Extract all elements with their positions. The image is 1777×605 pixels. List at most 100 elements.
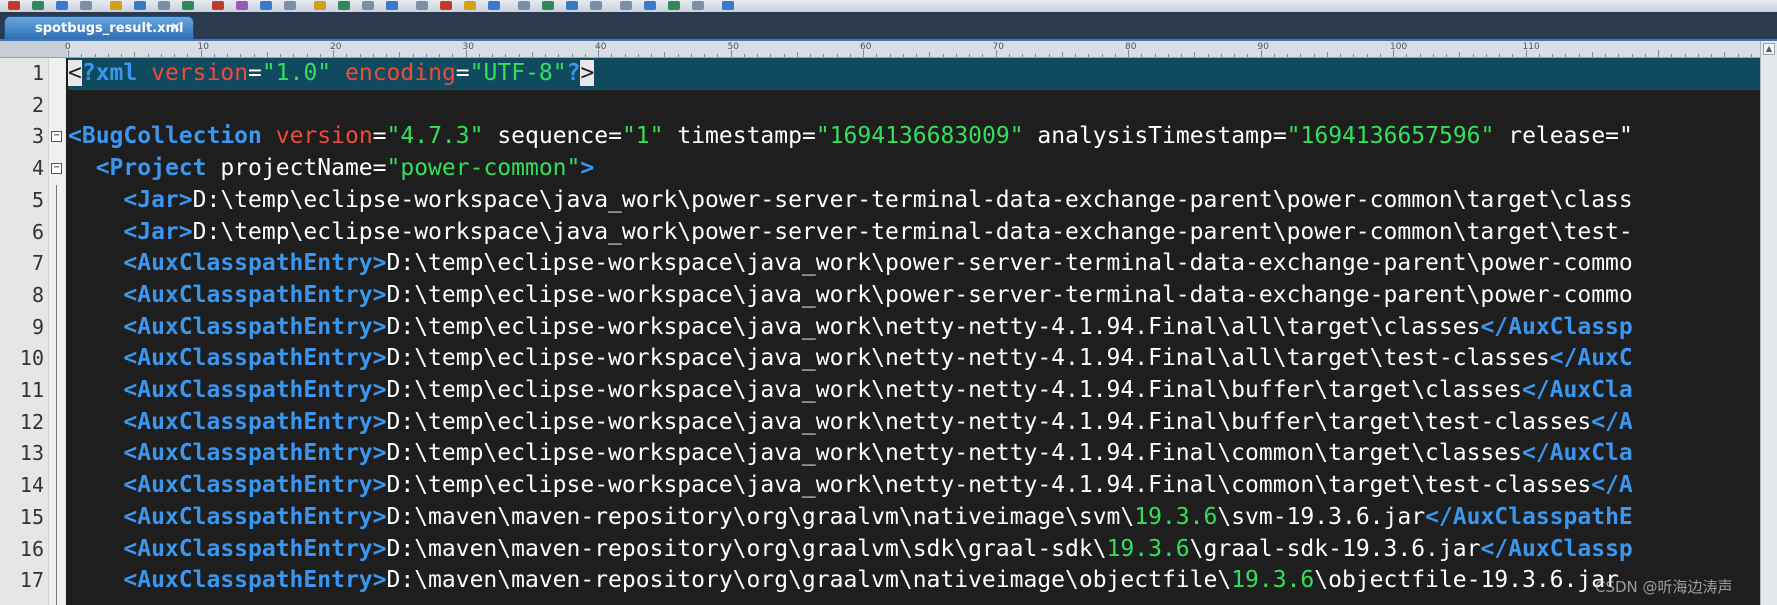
line-number: 15 bbox=[19, 504, 44, 529]
fold-toggle-icon[interactable]: − bbox=[51, 131, 62, 143]
ruler-tick bbox=[465, 50, 467, 57]
toolbar-button-icon[interactable] bbox=[566, 1, 578, 10]
toolbar-button-icon[interactable] bbox=[236, 1, 248, 10]
ruler-label: 70 bbox=[992, 42, 1004, 52]
code-token: < bbox=[68, 60, 82, 86]
toolbar-button-icon[interactable] bbox=[488, 1, 500, 10]
ruler-tick bbox=[1247, 54, 1249, 57]
line-number: 4 bbox=[31, 156, 44, 181]
toolbar-button-icon[interactable] bbox=[362, 1, 374, 10]
fold-guide-line bbox=[56, 184, 57, 605]
toolbar-button-icon[interactable] bbox=[212, 1, 224, 10]
code-token: D:\temp\eclipse-workspace\java_work\powe… bbox=[386, 281, 1633, 308]
code-line[interactable]: <AuxClasspathEntry>D:\temp\eclipse-works… bbox=[68, 343, 1632, 375]
code-line[interactable]: <Jar>D:\temp\eclipse-workspace\java_work… bbox=[68, 185, 1632, 217]
ruler-tick bbox=[969, 54, 970, 57]
ruler-tick bbox=[1154, 54, 1156, 57]
toolbar-button-icon[interactable] bbox=[338, 1, 350, 10]
toolbar-button-icon[interactable] bbox=[260, 1, 272, 10]
code-line[interactable]: <AuxClasspathEntry>D:\temp\eclipse-works… bbox=[68, 470, 1633, 502]
ruler-tick bbox=[107, 54, 109, 57]
vertical-scrollbar[interactable]: ▲ bbox=[1760, 41, 1777, 605]
toolbar-button-icon[interactable] bbox=[80, 1, 92, 10]
close-icon[interactable]: × bbox=[170, 20, 181, 35]
toolbar-button-icon[interactable] bbox=[32, 1, 44, 10]
code-line[interactable]: <Jar>D:\temp\eclipse-workspace\java_work… bbox=[68, 217, 1632, 249]
ruler-tick bbox=[1048, 54, 1050, 57]
toolbar-button-icon[interactable] bbox=[110, 1, 122, 10]
toolbar-button-icon[interactable] bbox=[416, 1, 428, 10]
code-token: </A bbox=[1591, 472, 1633, 499]
ruler-tick bbox=[863, 50, 864, 57]
toolbar-button-icon[interactable] bbox=[644, 1, 656, 10]
code-token: D:\temp\eclipse-workspace\java_work\nett… bbox=[386, 440, 1522, 467]
ruler-tick bbox=[1499, 54, 1500, 57]
toolbar-button-icon[interactable] bbox=[668, 1, 680, 10]
ruler-tick bbox=[730, 50, 732, 57]
code-token: \svm-19.3.6.jar bbox=[1217, 503, 1426, 530]
toolbar-button-icon[interactable] bbox=[386, 1, 398, 10]
ruler-tick bbox=[584, 54, 586, 57]
code-line[interactable]: <AuxClasspathEntry>D:\temp\eclipse-works… bbox=[68, 407, 1632, 439]
toolbar-button-icon[interactable] bbox=[56, 1, 68, 10]
toolbar-button-icon[interactable] bbox=[464, 1, 476, 10]
toolbar-button-icon[interactable] bbox=[182, 1, 194, 10]
code-line[interactable]: <AuxClasspathEntry>D:\temp\eclipse-works… bbox=[68, 438, 1632, 470]
toolbar-button-icon[interactable] bbox=[620, 1, 632, 10]
code-line[interactable]: <AuxClasspathEntry>D:\maven\maven-reposi… bbox=[68, 502, 1632, 534]
ruler-label: 40 bbox=[595, 42, 607, 52]
ruler-tick bbox=[333, 50, 334, 57]
scroll-up-icon[interactable]: ▲ bbox=[1763, 43, 1775, 55]
code-token: <Jar> bbox=[123, 186, 193, 213]
line-number: 14 bbox=[19, 473, 44, 498]
code-line[interactable]: <?xml version="1.0" encoding="UTF-8"?> bbox=[68, 58, 595, 90]
ruler-label: 30 bbox=[462, 42, 474, 52]
toolbar-button-icon[interactable] bbox=[314, 1, 326, 10]
code-line[interactable]: <AuxClasspathEntry>D:\temp\eclipse-works… bbox=[68, 248, 1633, 280]
ruler-tick bbox=[346, 54, 348, 57]
code-token: D:\temp\eclipse-workspace\java_work\powe… bbox=[386, 250, 1633, 277]
ruler-tick bbox=[1512, 54, 1514, 57]
ruler-tick bbox=[253, 54, 255, 57]
ruler-tick bbox=[187, 54, 189, 57]
code-line[interactable]: <AuxClasspathEntry>D:\temp\eclipse-works… bbox=[68, 312, 1632, 344]
tab-spotbugs-result[interactable]: spotbugs_result.xml × bbox=[4, 16, 194, 39]
toolbar-button-icon[interactable] bbox=[134, 1, 146, 10]
toolbar-button-icon[interactable] bbox=[590, 1, 602, 10]
toolbar-button-icon[interactable] bbox=[692, 1, 704, 10]
ruler-tick bbox=[306, 54, 308, 57]
line-number: 2 bbox=[31, 92, 44, 117]
code-line[interactable]: <BugCollection version="4.7.3" sequence=… bbox=[68, 121, 1633, 153]
ruler-tick bbox=[1088, 54, 1090, 57]
toolbar-button-icon[interactable] bbox=[542, 1, 554, 10]
toolbar-button-icon[interactable] bbox=[518, 1, 530, 10]
code-token: <AuxClasspathEntry> bbox=[123, 281, 387, 308]
toolbar-button-icon[interactable] bbox=[722, 1, 734, 10]
ruler-tick bbox=[876, 54, 878, 57]
ruler-tick bbox=[1194, 52, 1196, 57]
ruler-tick bbox=[1406, 54, 1408, 57]
code-line[interactable]: <Project projectName="power-common"> bbox=[68, 153, 595, 185]
code-line[interactable]: <AuxClasspathEntry>D:\maven\maven-reposi… bbox=[68, 565, 1619, 597]
ruler-tick bbox=[902, 54, 904, 57]
code-token: "1.0" bbox=[261, 60, 332, 86]
toolbar-button-icon[interactable] bbox=[440, 1, 452, 10]
ruler-tick bbox=[240, 54, 242, 57]
code-line[interactable]: <AuxClasspathEntry>D:\temp\eclipse-works… bbox=[68, 375, 1632, 407]
code-line[interactable]: <AuxClasspathEntry>D:\maven\maven-reposi… bbox=[68, 534, 1632, 566]
code-token: \graal-sdk-19.3.6.jar bbox=[1189, 535, 1481, 562]
code-editor[interactable]: <?xml version="1.0" encoding="UTF-8"?> <B… bbox=[68, 58, 1760, 605]
code-token: version bbox=[151, 60, 249, 86]
ruler-tick bbox=[545, 54, 546, 57]
toolbar-button-icon[interactable] bbox=[158, 1, 170, 10]
ruler-tick bbox=[1167, 54, 1169, 57]
ruler-tick bbox=[1605, 54, 1606, 57]
fold-toggle-icon[interactable]: − bbox=[51, 163, 62, 175]
code-token: ? bbox=[566, 60, 581, 86]
code-line[interactable]: <AuxClasspathEntry>D:\temp\eclipse-works… bbox=[68, 280, 1633, 312]
toolbar-button-icon[interactable] bbox=[284, 1, 296, 10]
toolbar-button-icon[interactable] bbox=[8, 1, 20, 10]
